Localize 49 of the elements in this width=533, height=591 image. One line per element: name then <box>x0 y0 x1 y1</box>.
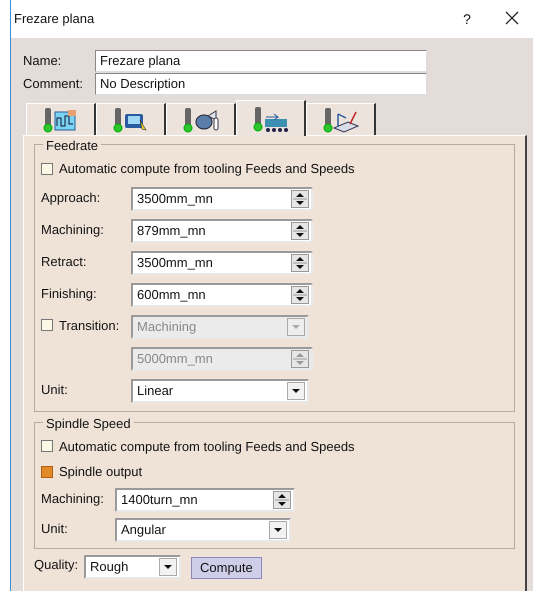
checkbox[interactable] <box>41 440 53 452</box>
machine-icon <box>112 106 150 134</box>
close-icon <box>505 11 519 25</box>
input-field[interactable]: Frezare plana <box>95 50 427 72</box>
close-button[interactable] <box>505 11 521 27</box>
spin-field[interactable]: 3500mm_mn <box>131 186 313 210</box>
tool-icon <box>182 106 220 134</box>
dropdown[interactable]: Linear <box>131 378 309 402</box>
conveyor-icon <box>252 104 290 132</box>
field-label: Comment: <box>23 75 84 94</box>
axes-icon <box>322 106 360 134</box>
field-label: Finishing: <box>41 284 97 303</box>
spin-field[interactable]: 3500mm_mn <box>131 250 313 274</box>
spin-field[interactable]: 879mm_mn <box>131 218 313 242</box>
field-label: Transition: <box>59 316 120 334</box>
checkbox[interactable] <box>41 466 53 478</box>
field-label: Unit: <box>41 520 68 538</box>
tab[interactable] <box>26 103 96 135</box>
dropdown[interactable]: Rough <box>84 554 181 578</box>
field-label: Retract: <box>41 252 87 270</box>
field-label: Unit: <box>41 380 68 398</box>
dropdown[interactable]: Angular <box>115 518 291 542</box>
spin-field[interactable]: 600mm_mn <box>131 282 313 306</box>
field-label: Machining: <box>41 220 104 239</box>
input-field[interactable]: No Description <box>95 73 427 95</box>
tab[interactable] <box>166 103 236 135</box>
field-label: Machining: <box>41 490 104 508</box>
field-label: Approach: <box>41 188 100 207</box>
checkbox-label: Automatic compute from tooling Feeds and Speeds <box>59 160 355 178</box>
checkbox-label: Automatic compute from tooling Feeds and Speeds <box>59 438 355 456</box>
spin-button[interactable] <box>291 254 309 272</box>
field-label: Name: <box>23 52 62 70</box>
spin-button[interactable] <box>273 490 291 508</box>
tab[interactable] <box>236 100 306 136</box>
spin-field[interactable]: 1400turn_mn <box>115 488 295 512</box>
spin-button[interactable] <box>291 190 309 208</box>
dropdown-button[interactable] <box>287 382 305 400</box>
checkbox[interactable] <box>41 162 53 175</box>
compute-button[interactable]: Compute <box>191 556 262 578</box>
dropdown-button[interactable] <box>159 558 177 576</box>
tab[interactable] <box>306 103 376 135</box>
field-label: Quality: <box>34 556 80 574</box>
help-button[interactable]: ? <box>457 8 477 30</box>
spin-button[interactable] <box>291 222 309 240</box>
tab[interactable] <box>96 103 166 135</box>
checkbox-label: Spindle output <box>59 463 142 481</box>
window-title: Frezare plana <box>14 10 94 28</box>
spin-button[interactable] <box>291 286 309 304</box>
dropdown-button[interactable] <box>269 520 287 538</box>
